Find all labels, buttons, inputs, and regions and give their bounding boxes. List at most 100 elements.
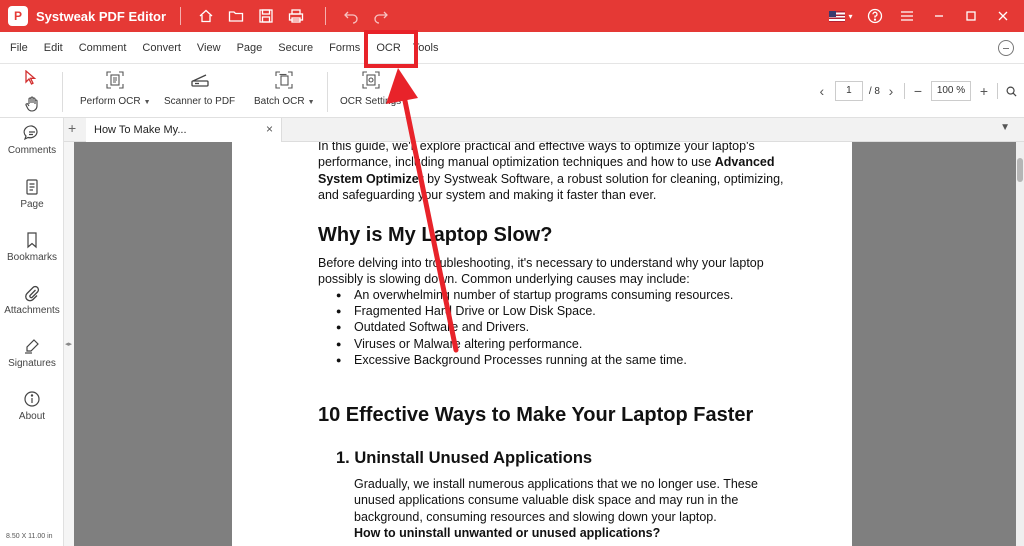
ocr-toolbar: Perform OCR ▼ Scanner to PDF Batch OCR ▼ O… xyxy=(0,64,1024,118)
intro-paragraph: In this guide, we'll explore practical a… xyxy=(318,142,788,204)
zoom-in-icon[interactable]: + xyxy=(975,81,993,101)
title-separator xyxy=(325,7,327,25)
title-separator xyxy=(180,7,182,25)
flag-us-icon[interactable]: ▾ xyxy=(824,2,858,30)
undo-icon[interactable] xyxy=(337,2,365,30)
bookmark-icon xyxy=(27,232,37,249)
text-line: In this guide, we'll explore practical a… xyxy=(318,142,755,153)
signature-pen-icon xyxy=(25,339,39,354)
maximize-icon[interactable] xyxy=(956,2,986,30)
redo-icon[interactable] xyxy=(367,2,395,30)
menu-secure[interactable]: Secure xyxy=(270,32,321,64)
minimize-icon[interactable] xyxy=(924,2,954,30)
page-size-label: 8.50 X 11.00 in xyxy=(6,533,53,540)
sidebar-label: Bookmarks xyxy=(6,252,57,263)
hand-tool-icon[interactable] xyxy=(24,96,40,115)
text-line: Gradually, we install numerous applicati… xyxy=(354,477,758,491)
text-line: and safeguarding your system and making … xyxy=(318,188,657,203)
vertical-scrollbar[interactable] xyxy=(1016,142,1024,546)
left-panel: Comments Page Bookmarks Attachments Sign… xyxy=(0,118,64,546)
menu-comment[interactable]: Comment xyxy=(71,32,135,64)
scrollbar-thumb[interactable] xyxy=(1017,158,1023,182)
page-total: / 8 xyxy=(868,85,880,97)
ocr-settings-label: OCR Settings xyxy=(340,96,402,107)
toolbar-separator xyxy=(62,72,63,112)
list-item: An overwhelming number of startup progra… xyxy=(336,287,733,303)
batch-ocr-button[interactable]: Batch OCR ▼ xyxy=(254,70,315,107)
sidebar-label: Attachments xyxy=(4,305,60,316)
page-navigator: ‹ 1 / 8 › − 100 % + xyxy=(813,78,1024,104)
help-icon[interactable] xyxy=(860,2,890,30)
sidebar-item-about[interactable]: About xyxy=(0,390,64,422)
select-tool-icon[interactable] xyxy=(24,69,38,89)
save-icon[interactable] xyxy=(252,2,280,30)
menu-convert[interactable]: Convert xyxy=(134,32,189,64)
batch-scan-icon xyxy=(275,71,293,89)
window-controls: ▾ xyxy=(823,0,1024,32)
batch-ocr-label: Batch OCR xyxy=(254,96,305,107)
menu-bar: File Edit Comment Convert View Page Secu… xyxy=(0,32,1024,64)
menu-view[interactable]: View xyxy=(189,32,229,64)
panel-splitter[interactable]: ◂▸ xyxy=(64,118,74,546)
prev-page-icon[interactable]: ‹ xyxy=(813,81,831,101)
document-tab-bar: + How To Make My... × ▼ xyxy=(64,118,1024,142)
perform-ocr-button[interactable]: Perform OCR ▼ xyxy=(80,70,151,107)
zoom-out-icon[interactable]: − xyxy=(909,81,927,101)
causes-list: An overwhelming number of startup progra… xyxy=(336,287,733,368)
list-item: Excessive Background Processes running a… xyxy=(336,352,733,368)
text-line: background, consuming resources and slow… xyxy=(354,509,717,524)
list-item: Viruses or Malware altering performance. xyxy=(336,336,733,352)
zoom-input[interactable]: 100 % xyxy=(931,81,971,101)
tab-title: How To Make My... xyxy=(94,124,187,136)
close-tab-icon[interactable]: × xyxy=(266,122,273,136)
tab-active-document[interactable]: How To Make My... × xyxy=(86,118,282,142)
ocr-settings-button[interactable]: OCR Settings xyxy=(340,70,401,107)
menu-page[interactable]: Page xyxy=(229,32,271,64)
pdf-page[interactable]: In this guide, we'll explore practical a… xyxy=(232,142,852,546)
sidebar-item-page[interactable]: Page xyxy=(0,178,64,210)
page-number-input[interactable]: 1 xyxy=(834,81,863,101)
menu-edit[interactable]: Edit xyxy=(36,32,71,64)
ocr-settings-icon xyxy=(362,71,380,89)
text-line: How to uninstall unwanted or unused appl… xyxy=(354,526,661,541)
next-page-icon[interactable]: › xyxy=(882,81,900,101)
folder-icon[interactable] xyxy=(222,2,250,30)
menu-file[interactable]: File xyxy=(2,32,36,64)
app-title: Systweak PDF Editor xyxy=(36,8,167,24)
app-logo-icon: P xyxy=(8,6,28,26)
heading-why-slow: Why is My Laptop Slow? xyxy=(318,224,553,246)
collapse-ribbon-icon[interactable] xyxy=(998,40,1014,56)
toolbar-separator xyxy=(327,72,328,112)
sidebar-item-attachments[interactable]: Attachments xyxy=(0,284,64,316)
home-icon[interactable] xyxy=(192,2,220,30)
scanner-to-pdf-button[interactable]: Scanner to PDF xyxy=(164,70,235,107)
splitter-grip-icon: ◂▸ xyxy=(65,341,73,348)
perform-ocr-label: Perform OCR xyxy=(80,96,141,107)
add-tab-button[interactable]: + xyxy=(68,120,76,136)
sidebar-item-signatures[interactable]: Signatures xyxy=(0,337,64,369)
text-line: System Optimizer by Systweak Software, a… xyxy=(318,171,784,186)
sidebar-label: Comments xyxy=(7,145,57,156)
document-viewer[interactable]: In this guide, we'll explore practical a… xyxy=(74,142,1016,546)
title-bar: P Systweak PDF Editor ▾ xyxy=(0,0,1024,32)
slow-paragraph: Before delving into troubleshooting, it'… xyxy=(318,255,788,288)
text-line: unused applications consume valuable dis… xyxy=(354,493,739,508)
list-item: Fragmented Hard Drive or Low Disk Space. xyxy=(336,303,733,319)
text-line: possibly is slowing down. Common underly… xyxy=(318,272,690,287)
menu-forms[interactable]: Forms xyxy=(321,32,364,64)
scan-doc-icon xyxy=(106,71,124,89)
pager-separator xyxy=(997,83,998,99)
text-line: Before delving into troubleshooting, it'… xyxy=(318,256,764,270)
hamburger-icon[interactable] xyxy=(892,2,922,30)
scanner-to-pdf-label: Scanner to PDF xyxy=(164,96,236,107)
search-icon[interactable] xyxy=(1002,81,1020,101)
chevron-down-icon[interactable]: ▼ xyxy=(1000,122,1010,133)
close-icon[interactable] xyxy=(988,2,1018,30)
sidebar-item-bookmarks[interactable]: Bookmarks xyxy=(0,231,64,263)
comment-icon xyxy=(23,125,38,141)
page-icon xyxy=(26,179,38,195)
pager-separator xyxy=(904,83,905,99)
print-icon[interactable] xyxy=(282,2,310,30)
sidebar-item-comments[interactable]: Comments xyxy=(0,124,64,156)
scanner-icon xyxy=(190,74,209,87)
